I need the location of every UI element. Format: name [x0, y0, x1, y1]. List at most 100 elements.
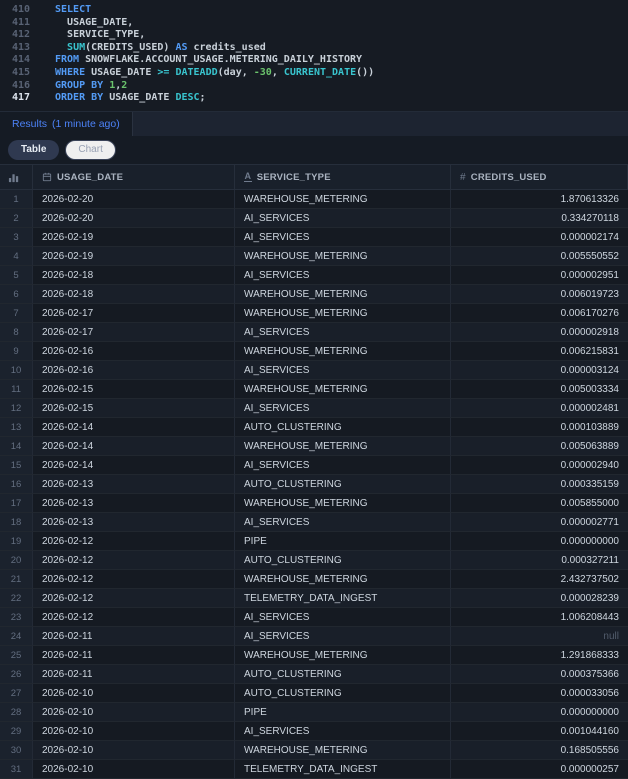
- row-number-cell[interactable]: 12: [0, 399, 33, 418]
- row-number-cell[interactable]: 30: [0, 741, 33, 760]
- usage-date-cell[interactable]: 2026-02-19: [33, 228, 235, 247]
- service-type-cell[interactable]: WAREHOUSE_METERING: [235, 741, 451, 760]
- usage-date-cell[interactable]: 2026-02-15: [33, 399, 235, 418]
- row-number-cell[interactable]: 29: [0, 722, 33, 741]
- usage-date-cell[interactable]: 2026-02-12: [33, 570, 235, 589]
- row-number-cell[interactable]: 25: [0, 646, 33, 665]
- credits-used-cell[interactable]: 0.000002918: [451, 323, 628, 342]
- column-header-service_type[interactable]: A SERVICE_TYPE: [235, 165, 451, 190]
- service-type-cell[interactable]: AI_SERVICES: [235, 513, 451, 532]
- credits-used-cell[interactable]: 0.000002951: [451, 266, 628, 285]
- credits-used-cell[interactable]: 1.870613326: [451, 190, 628, 209]
- usage-date-cell[interactable]: 2026-02-12: [33, 608, 235, 627]
- column-header-credits_used[interactable]: # CREDITS_USED: [451, 165, 628, 190]
- credits-used-cell[interactable]: 0.000003124: [451, 361, 628, 380]
- row-number-cell[interactable]: 28: [0, 703, 33, 722]
- code-line[interactable]: 411 USAGE_DATE,: [0, 17, 628, 30]
- row-number-cell[interactable]: 31: [0, 760, 33, 779]
- column-header-usage_date[interactable]: USAGE_DATE: [33, 165, 235, 190]
- service-type-cell[interactable]: AI_SERVICES: [235, 722, 451, 741]
- code-line[interactable]: 417 ORDER BY USAGE_DATE DESC;: [0, 92, 628, 105]
- row-number-cell[interactable]: 14: [0, 437, 33, 456]
- results-tab[interactable]: Results (1 minute ago): [0, 112, 133, 136]
- service-type-cell[interactable]: WAREHOUSE_METERING: [235, 570, 451, 589]
- credits-used-cell[interactable]: 0.000000000: [451, 532, 628, 551]
- credits-used-cell[interactable]: 0.334270118: [451, 209, 628, 228]
- service-type-cell[interactable]: AI_SERVICES: [235, 399, 451, 418]
- usage-date-cell[interactable]: 2026-02-16: [33, 342, 235, 361]
- credits-used-cell[interactable]: 0.000327211: [451, 551, 628, 570]
- credits-used-cell[interactable]: 0.000000257: [451, 760, 628, 779]
- code-line[interactable]: 416 GROUP BY 1,2: [0, 80, 628, 93]
- row-number-cell[interactable]: 13: [0, 418, 33, 437]
- usage-date-cell[interactable]: 2026-02-11: [33, 646, 235, 665]
- usage-date-cell[interactable]: 2026-02-11: [33, 627, 235, 646]
- service-type-cell[interactable]: AI_SERVICES: [235, 608, 451, 627]
- credits-used-cell[interactable]: 0.000002174: [451, 228, 628, 247]
- service-type-cell[interactable]: AUTO_CLUSTERING: [235, 551, 451, 570]
- service-type-cell[interactable]: AI_SERVICES: [235, 456, 451, 475]
- row-number-cell[interactable]: 7: [0, 304, 33, 323]
- row-number-cell[interactable]: 15: [0, 456, 33, 475]
- usage-date-cell[interactable]: 2026-02-17: [33, 323, 235, 342]
- credits-used-cell[interactable]: 0.000028239: [451, 589, 628, 608]
- usage-date-cell[interactable]: 2026-02-20: [33, 209, 235, 228]
- code-line[interactable]: 414 FROM SNOWFLAKE.ACCOUNT_USAGE.METERING…: [0, 54, 628, 67]
- usage-date-cell[interactable]: 2026-02-15: [33, 380, 235, 399]
- usage-date-cell[interactable]: 2026-02-19: [33, 247, 235, 266]
- service-type-cell[interactable]: WAREHOUSE_METERING: [235, 646, 451, 665]
- service-type-cell[interactable]: WAREHOUSE_METERING: [235, 285, 451, 304]
- credits-used-cell[interactable]: 0.005003334: [451, 380, 628, 399]
- credits-used-cell[interactable]: 0.000375366: [451, 665, 628, 684]
- usage-date-cell[interactable]: 2026-02-18: [33, 285, 235, 304]
- service-type-cell[interactable]: WAREHOUSE_METERING: [235, 342, 451, 361]
- credits-used-cell[interactable]: 0.005550552: [451, 247, 628, 266]
- service-type-cell[interactable]: PIPE: [235, 703, 451, 722]
- usage-date-cell[interactable]: 2026-02-12: [33, 589, 235, 608]
- row-number-cell[interactable]: 17: [0, 494, 33, 513]
- service-type-cell[interactable]: AUTO_CLUSTERING: [235, 475, 451, 494]
- row-number-cell[interactable]: 24: [0, 627, 33, 646]
- row-number-cell[interactable]: 26: [0, 665, 33, 684]
- service-type-cell[interactable]: WAREHOUSE_METERING: [235, 247, 451, 266]
- row-number-cell[interactable]: 4: [0, 247, 33, 266]
- credits-used-cell[interactable]: 0.005063889: [451, 437, 628, 456]
- credits-used-cell[interactable]: 0.000002481: [451, 399, 628, 418]
- code-line[interactable]: 410 SELECT: [0, 4, 628, 17]
- service-type-cell[interactable]: AI_SERVICES: [235, 209, 451, 228]
- usage-date-cell[interactable]: 2026-02-17: [33, 304, 235, 323]
- usage-date-cell[interactable]: 2026-02-10: [33, 703, 235, 722]
- usage-date-cell[interactable]: 2026-02-13: [33, 494, 235, 513]
- credits-used-cell[interactable]: 0.000002940: [451, 456, 628, 475]
- credits-used-cell[interactable]: 0.000335159: [451, 475, 628, 494]
- usage-date-cell[interactable]: 2026-02-13: [33, 513, 235, 532]
- service-type-cell[interactable]: AI_SERVICES: [235, 228, 451, 247]
- credits-used-cell[interactable]: 1.291868333: [451, 646, 628, 665]
- service-type-cell[interactable]: TELEMETRY_DATA_INGEST: [235, 760, 451, 779]
- service-type-cell[interactable]: TELEMETRY_DATA_INGEST: [235, 589, 451, 608]
- credits-used-cell[interactable]: 0.000002771: [451, 513, 628, 532]
- service-type-cell[interactable]: AUTO_CLUSTERING: [235, 418, 451, 437]
- row-number-cell[interactable]: 2: [0, 209, 33, 228]
- row-number-cell[interactable]: 1: [0, 190, 33, 209]
- row-number-cell[interactable]: 8: [0, 323, 33, 342]
- usage-date-cell[interactable]: 2026-02-12: [33, 532, 235, 551]
- service-type-cell[interactable]: AI_SERVICES: [235, 266, 451, 285]
- usage-date-cell[interactable]: 2026-02-20: [33, 190, 235, 209]
- credits-used-cell[interactable]: 0.001044160: [451, 722, 628, 741]
- usage-date-cell[interactable]: 2026-02-14: [33, 456, 235, 475]
- column-header-rownum[interactable]: [0, 165, 33, 190]
- credits-used-cell[interactable]: 0.005855000: [451, 494, 628, 513]
- credits-used-cell[interactable]: 2.432737502: [451, 570, 628, 589]
- row-number-cell[interactable]: 9: [0, 342, 33, 361]
- service-type-cell[interactable]: WAREHOUSE_METERING: [235, 494, 451, 513]
- sql-editor[interactable]: 410 SELECT 411 USAGE_DATE, 412 SERVICE_TYPE…: [0, 0, 628, 111]
- usage-date-cell[interactable]: 2026-02-18: [33, 266, 235, 285]
- code-line[interactable]: 412 SERVICE_TYPE,: [0, 29, 628, 42]
- service-type-cell[interactable]: WAREHOUSE_METERING: [235, 304, 451, 323]
- usage-date-cell[interactable]: 2026-02-16: [33, 361, 235, 380]
- usage-date-cell[interactable]: 2026-02-14: [33, 418, 235, 437]
- usage-date-cell[interactable]: 2026-02-13: [33, 475, 235, 494]
- code-line[interactable]: 415 WHERE USAGE_DATE >= DATEADD(day, -30,…: [0, 67, 628, 80]
- service-type-cell[interactable]: AI_SERVICES: [235, 323, 451, 342]
